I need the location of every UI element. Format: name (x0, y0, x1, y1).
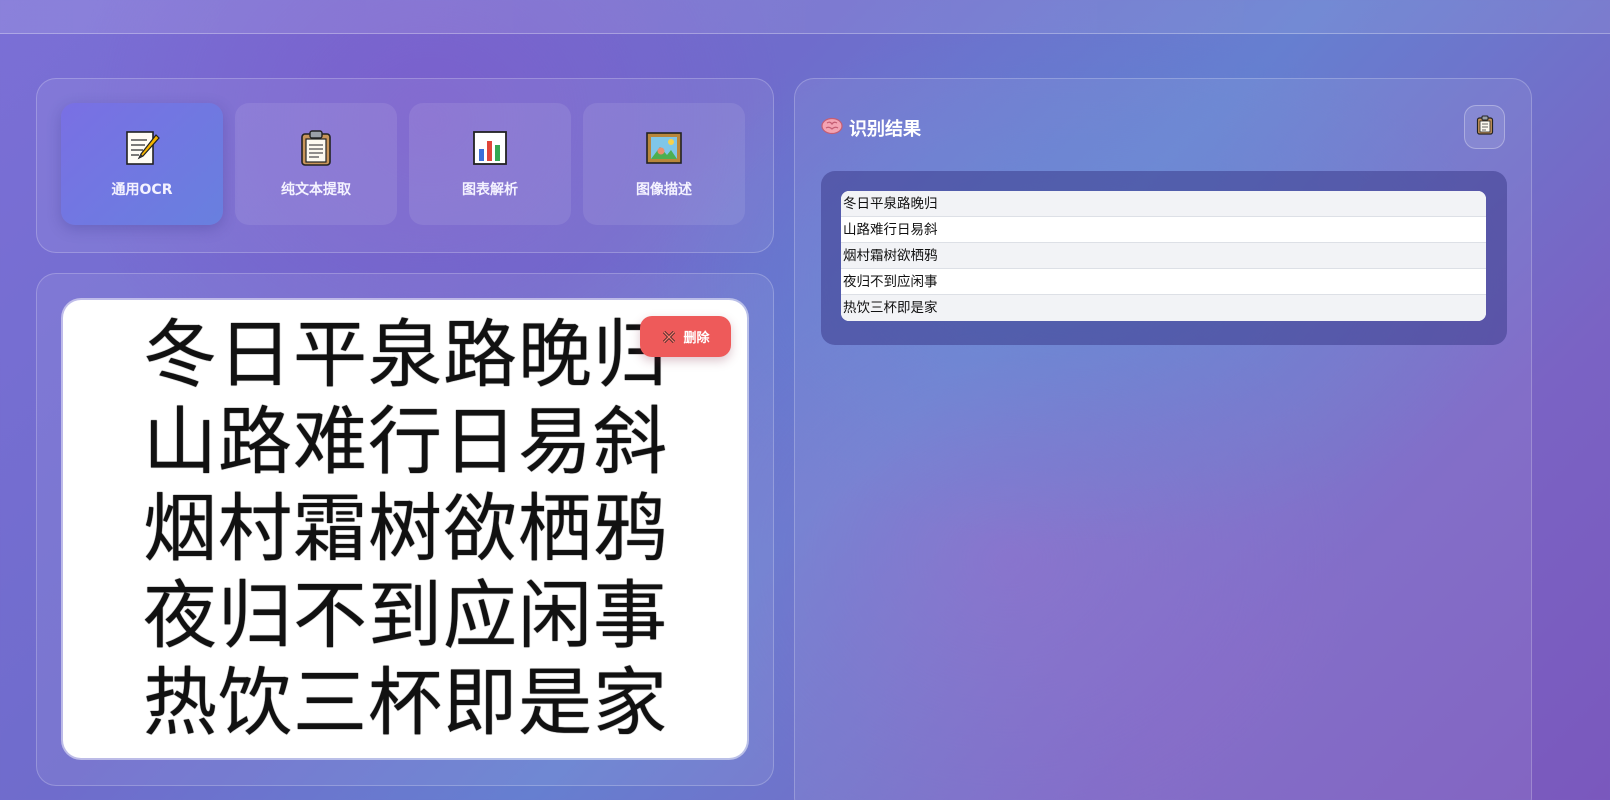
image-text-line: 冬日平泉路晚归 (143, 312, 668, 398)
copy-result-button[interactable] (1464, 105, 1505, 149)
image-text-line: 夜归不到应闲事 (143, 573, 668, 659)
result-header: 识别结果 (821, 115, 921, 141)
result-title: 识别结果 (849, 119, 921, 140)
mode-chart-parse[interactable]: 图表解析 (409, 103, 571, 225)
bar-chart-icon (471, 129, 509, 167)
result-table: 冬日平泉路晚归 山路难行日易斜 烟村霜树欲栖鸦 夜归不到应闲事 热饮三杯即是家 (841, 191, 1486, 321)
top-bar (0, 0, 1610, 34)
memo-icon (123, 129, 161, 167)
brain-icon (821, 117, 843, 139)
mode-selector-panel: 通用OCR 纯文本提取 图表解析 图像描述 (36, 78, 774, 253)
clipboard-icon (297, 129, 335, 167)
image-text-line: 山路难行日易斜 (143, 399, 668, 485)
uploaded-image: 冬日平泉路晚归 山路难行日易斜 烟村霜树欲栖鸦 夜归不到应闲事 热饮三杯即是家 (63, 300, 747, 758)
result-row: 烟村霜树欲栖鸦 (841, 243, 1486, 269)
result-row: 山路难行日易斜 (841, 217, 1486, 243)
result-row: 热饮三杯即是家 (841, 295, 1486, 321)
clipboard-icon (1476, 115, 1494, 139)
mode-plain-text[interactable]: 纯文本提取 (235, 103, 397, 225)
image-text-line: 热饮三杯即是家 (143, 660, 668, 746)
delete-image-button[interactable]: 删除 (640, 316, 731, 357)
image-text-content: 冬日平泉路晚归 山路难行日易斜 烟村霜树欲栖鸦 夜归不到应闲事 热饮三杯即是家 (143, 312, 673, 747)
result-container: 冬日平泉路晚归 山路难行日易斜 烟村霜树欲栖鸦 夜归不到应闲事 热饮三杯即是家 (821, 171, 1507, 345)
mode-image-describe[interactable]: 图像描述 (583, 103, 745, 225)
close-icon (661, 329, 677, 345)
mode-label: 通用OCR (111, 182, 173, 198)
framed-picture-icon (645, 129, 683, 167)
mode-label: 图表解析 (462, 182, 518, 198)
result-panel: 识别结果 冬日平泉路晚归 山路难行日易斜 烟村霜树欲栖鸦 夜归不到应闲事 热饮三… (794, 78, 1532, 800)
result-row: 冬日平泉路晚归 (841, 191, 1486, 217)
mode-label: 纯文本提取 (281, 182, 351, 198)
mode-label: 图像描述 (636, 182, 692, 198)
image-text-line: 烟村霜树欲栖鸦 (143, 486, 668, 572)
delete-button-label: 删除 (683, 331, 710, 346)
mode-general-ocr[interactable]: 通用OCR (61, 103, 223, 225)
result-row: 夜归不到应闲事 (841, 269, 1486, 295)
